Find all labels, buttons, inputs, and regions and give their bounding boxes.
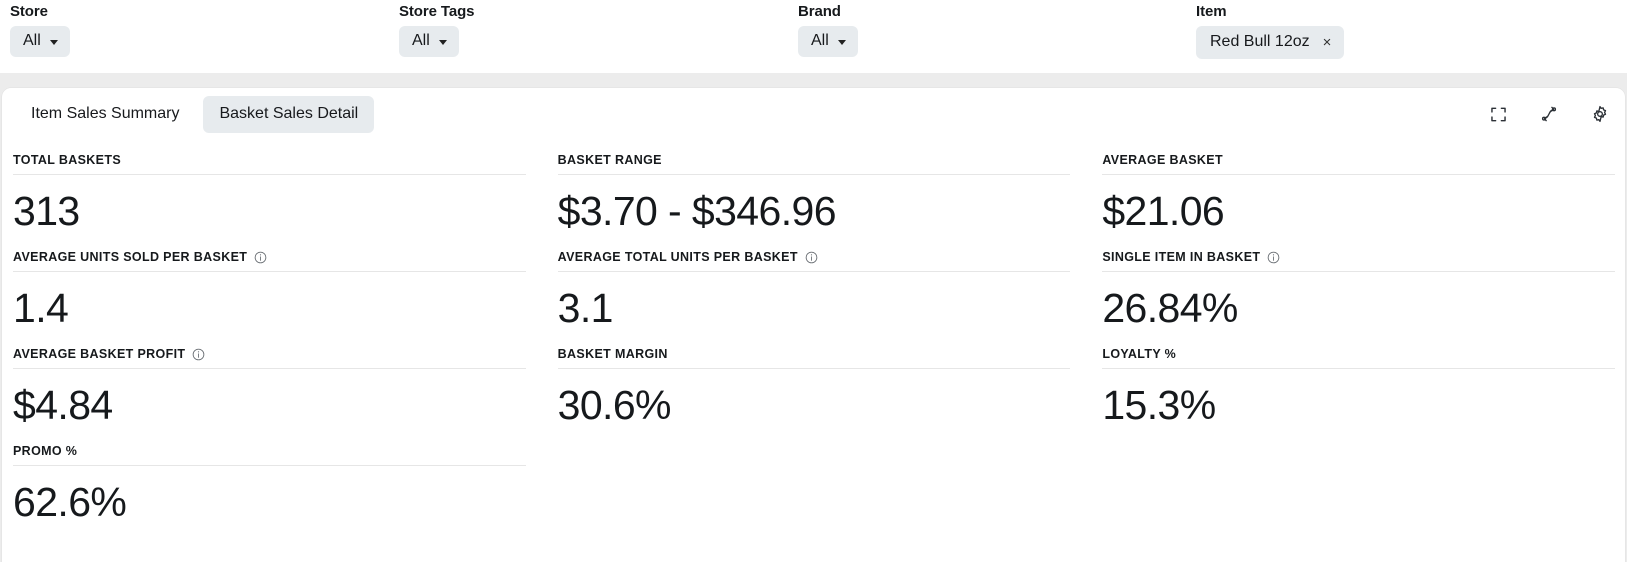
kpi-label-row: AVERAGE TOTAL UNITS PER BASKET (557, 250, 1071, 272)
info-icon[interactable] (805, 251, 818, 264)
tab-bar: Item Sales Summary Basket Sales Detail (15, 96, 375, 133)
kpi-single-item-in-basket: SINGLE ITEM IN BASKET 26.84% (1102, 239, 1615, 336)
tab-item-sales-summary[interactable]: Item Sales Summary (15, 96, 195, 133)
kpi-basket-margin: BASKET MARGIN 30.6% (557, 336, 1071, 433)
kpi-total-baskets: TOTAL BASKETS 313 (13, 142, 526, 239)
kpi-value-basket-margin: 30.6% (557, 382, 672, 428)
kpi-label-row: AVERAGE BASKET (1102, 153, 1615, 175)
info-icon[interactable] (192, 348, 205, 361)
kpi-label-average-units-sold-per-basket: AVERAGE UNITS SOLD PER BASKET (13, 250, 248, 264)
kpi-label-row: AVERAGE BASKET PROFIT (13, 347, 526, 369)
filter-label-store-tags: Store Tags (399, 3, 475, 20)
kpi-value-average-basket: $21.06 (1102, 188, 1225, 234)
chevron-down-icon (49, 39, 58, 45)
kpi-label-row: TOTAL BASKETS (13, 153, 526, 175)
kpi-label-average-total-units-per-basket: AVERAGE TOTAL UNITS PER BASKET (557, 250, 798, 264)
kpi-value-loyalty-percent: 15.3% (1102, 382, 1216, 428)
card-header: Item Sales Summary Basket Sales Detail (2, 88, 1625, 142)
kpi-label-row: BASKET MARGIN (557, 347, 1071, 369)
filter-store-tags: Store Tags All (399, 2, 475, 57)
filter-value-store-tags: All (412, 32, 430, 49)
kpi-label-row: PROMO % (13, 444, 526, 466)
filter-label-store: Store (10, 3, 48, 20)
chevron-down-icon (837, 39, 846, 45)
kpi-value-promo-percent: 62.6% (13, 479, 127, 525)
info-icon[interactable] (254, 251, 267, 264)
filter-brand: Brand All (798, 2, 858, 57)
kpi-value-average-units-sold-per-basket: 1.4 (13, 285, 69, 331)
kpi-basket-range: BASKET RANGE $3.70 - $346.96 (557, 142, 1071, 239)
kpi-label-single-item-in-basket: SINGLE ITEM IN BASKET (1102, 250, 1261, 264)
fullscreen-icon[interactable] (1487, 103, 1509, 125)
dashboard-card: Item Sales Summary Basket Sales Detail TO… (2, 88, 1625, 562)
filter-value-brand: All (811, 32, 829, 49)
info-icon[interactable] (1267, 251, 1280, 264)
kpi-loyalty-percent: LOYALTY % 15.3% (1102, 336, 1615, 433)
kpi-label-row: BASKET RANGE (557, 153, 1071, 175)
filter-value-store: All (23, 32, 41, 49)
filter-label-item: Item (1196, 3, 1227, 20)
close-icon[interactable]: × (1323, 35, 1332, 50)
refresh-icon[interactable] (1538, 103, 1560, 125)
kpi-label-total-baskets: TOTAL BASKETS (13, 153, 122, 167)
kpi-value-single-item-in-basket: 26.84% (1102, 285, 1238, 331)
kpi-label-promo-percent: PROMO % (13, 444, 78, 458)
tab-basket-sales-detail[interactable]: Basket Sales Detail (203, 96, 375, 133)
chevron-down-icon (438, 39, 447, 45)
kpi-label-basket-range: BASKET RANGE (557, 153, 662, 167)
kpi-value-basket-range: $3.70 - $346.96 (557, 188, 837, 234)
card-toolbar (1487, 103, 1611, 125)
filter-bar: Store All Store Tags All Brand All Item Red Bul… (0, 0, 1627, 73)
kpi-label-average-basket: AVERAGE BASKET (1102, 153, 1223, 167)
filter-item: Item Red Bull 12oz × (1196, 2, 1345, 59)
kpi-average-units-sold-per-basket: AVERAGE UNITS SOLD PER BASKET 1.4 (13, 239, 526, 336)
gear-icon[interactable] (1589, 103, 1611, 125)
filter-dropdown-store[interactable]: All (10, 26, 70, 57)
kpi-promo-percent: PROMO % 62.6% (13, 433, 526, 530)
filter-dropdown-store-tags[interactable]: All (399, 26, 459, 57)
filter-label-brand: Brand (798, 3, 841, 20)
kpi-average-basket-profit: AVERAGE BASKET PROFIT $4.84 (13, 336, 526, 433)
kpi-grid: TOTAL BASKETS 313 BASKET RANGE $3.70 - $346… (2, 142, 1625, 530)
kpi-value-average-basket-profit: $4.84 (13, 382, 113, 428)
filter-dropdown-brand[interactable]: All (798, 26, 858, 57)
kpi-label-average-basket-profit: AVERAGE BASKET PROFIT (13, 347, 186, 361)
kpi-value-average-total-units-per-basket: 3.1 (557, 285, 614, 331)
kpi-label-row: LOYALTY % (1102, 347, 1615, 369)
kpi-label-loyalty-percent: LOYALTY % (1102, 347, 1177, 361)
kpi-label-row: SINGLE ITEM IN BASKET (1102, 250, 1615, 272)
kpi-label-basket-margin: BASKET MARGIN (557, 347, 668, 361)
filter-value-item: Red Bull 12oz (1210, 33, 1310, 50)
filter-store: Store All (10, 2, 70, 57)
filter-chip-item[interactable]: Red Bull 12oz × (1196, 26, 1345, 59)
kpi-average-total-units-per-basket: AVERAGE TOTAL UNITS PER BASKET 3.1 (557, 239, 1071, 336)
kpi-average-basket: AVERAGE BASKET $21.06 (1102, 142, 1615, 239)
kpi-label-row: AVERAGE UNITS SOLD PER BASKET (13, 250, 526, 272)
kpi-value-total-baskets: 313 (13, 188, 80, 234)
